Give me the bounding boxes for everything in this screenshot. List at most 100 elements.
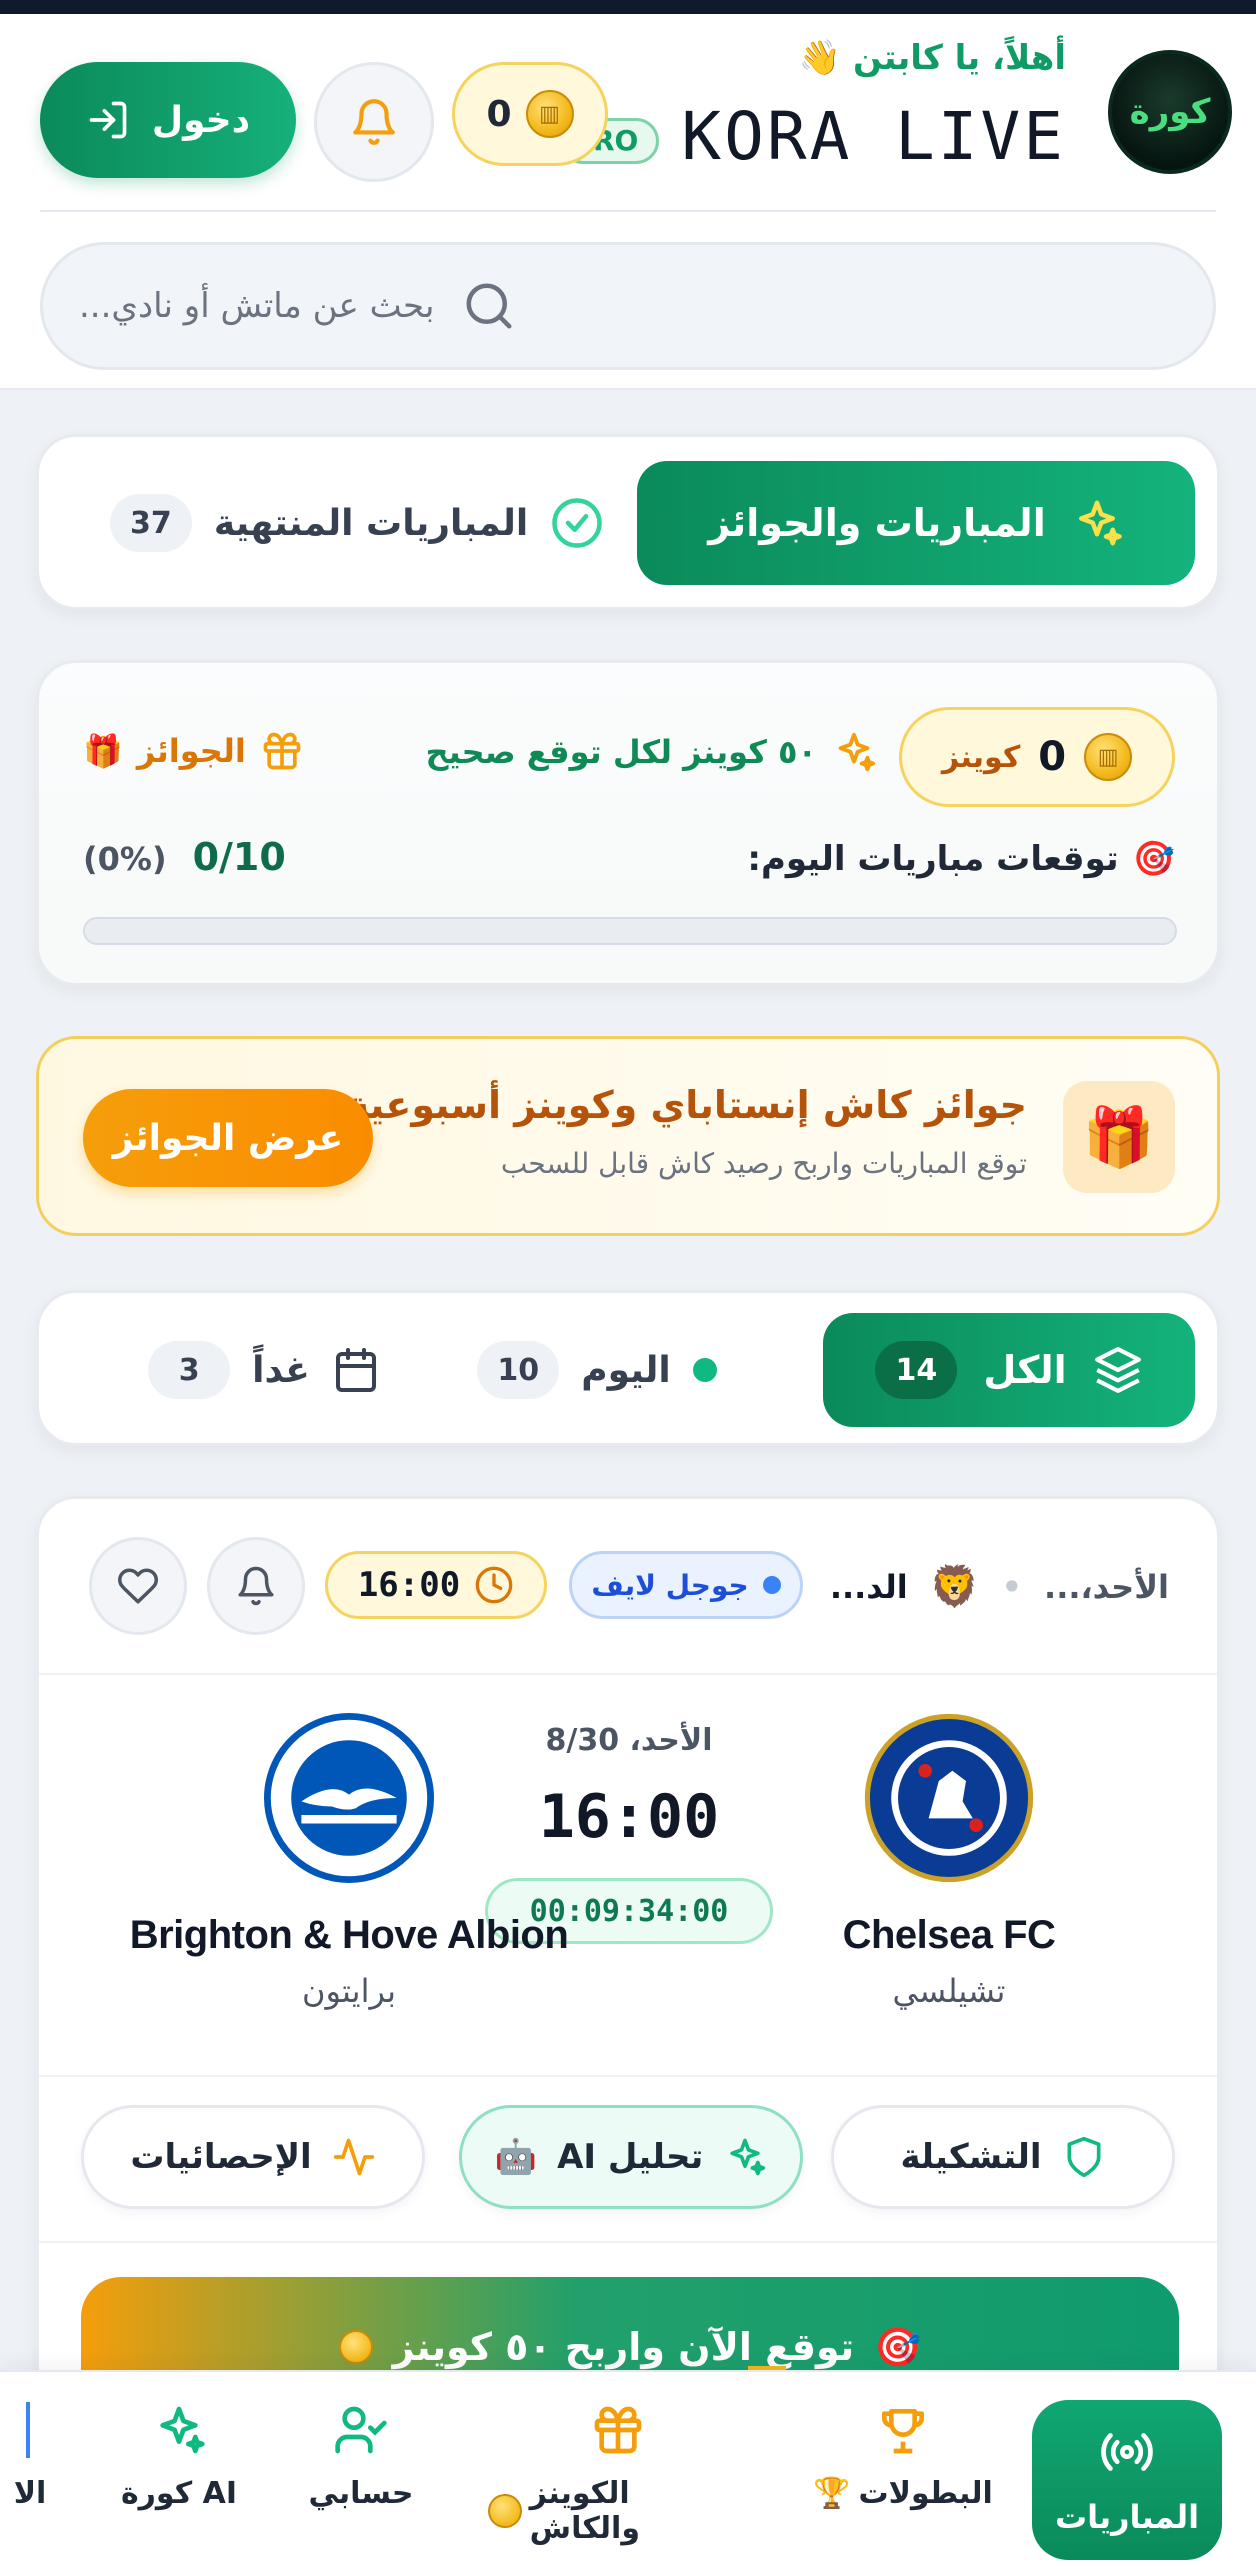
match-card-header: الأحد،... • 🦁 الد... جوجل لايف 16:00 xyxy=(39,1499,1217,1675)
all-count-badge: 14 xyxy=(875,1341,958,1399)
calendar-icon xyxy=(335,1348,376,1392)
tab-today[interactable]: اليوم 10 xyxy=(447,1313,747,1427)
user-check-icon xyxy=(335,2406,387,2454)
login-label: دخول xyxy=(151,99,251,141)
channel-badge[interactable]: جوجل لايف xyxy=(569,1551,803,1619)
home-team-name: Chelsea FC xyxy=(842,1913,1056,1957)
nav-kora-ai-label: كورة AI xyxy=(120,2476,238,2511)
prizes-link[interactable]: الجوائز 🎁 xyxy=(83,729,304,773)
target-icon: 🎯 xyxy=(1132,839,1175,879)
greeting: أهلاً، يا كابتن 👋 xyxy=(799,38,1066,78)
stats-button[interactable]: الإحصائيات xyxy=(81,2105,425,2209)
lineup-label: التشكيلة xyxy=(900,2137,1042,2177)
predictions-count: 0/10 xyxy=(192,835,286,879)
sparkles-icon xyxy=(730,2138,766,2176)
match-actions: التشكيلة تحليل AI 🤖 الإحصائيات xyxy=(39,2075,1217,2243)
prizes-label: الجوائز xyxy=(136,732,246,770)
sparkles-icon xyxy=(838,732,876,772)
nav-more[interactable]: الا xyxy=(0,2402,60,2511)
nav-kora-ai[interactable]: كورة AI xyxy=(114,2402,244,2511)
day-filter-tabs: الكل 14 اليوم 10 غداً 3 xyxy=(36,1290,1220,1446)
favorite-button[interactable] xyxy=(89,1537,187,1635)
tab-today-label: اليوم xyxy=(581,1349,671,1391)
gift-icon: 🎁 xyxy=(1082,1102,1156,1171)
coin-count: 0 xyxy=(486,93,512,135)
predictions-progress-bar xyxy=(83,917,1177,945)
shield-icon xyxy=(1067,2136,1101,2178)
app-header: كورة أهلاً، يا كابتن 👋 KORA LIVE RO 0 ▥ … xyxy=(0,14,1256,390)
predict-now-label: توقع الآن واربح ٥٠ كوينز xyxy=(392,2325,855,2369)
gift-outline-icon xyxy=(594,2406,642,2454)
reward-text: ٥٠ كوينز لكل توقع صحيح xyxy=(425,733,817,771)
search-icon xyxy=(466,283,512,329)
league-name: الد... xyxy=(829,1567,908,1606)
coin-icon xyxy=(488,2494,522,2528)
login-icon xyxy=(89,101,127,139)
gift-icon: 🎁 xyxy=(83,732,123,770)
tab-all[interactable]: الكل 14 xyxy=(823,1313,1195,1427)
tab-ended-matches[interactable]: المباريات المنتهية 37 xyxy=(107,461,607,585)
login-button[interactable]: دخول xyxy=(40,62,296,178)
more-icon xyxy=(26,2402,34,2458)
brand-title: KORA LIVE xyxy=(681,98,1066,175)
ai-analysis-label: تحليل AI xyxy=(557,2137,704,2177)
home-team[interactable]: Chelsea FC تشيلسي xyxy=(769,1713,1129,2010)
nav-leagues[interactable]: 🏆 البطولات xyxy=(808,2402,998,2511)
today-predictions-text: توقعات مباريات اليوم: xyxy=(747,839,1119,879)
match-notify-button[interactable] xyxy=(207,1537,305,1635)
match-body: Chelsea FC تشيلسي الأحد، 8/30 16:00 00:0… xyxy=(39,1675,1217,2075)
nav-more-label: الا xyxy=(13,2476,47,2511)
notifications-button[interactable] xyxy=(314,62,434,182)
nav-account-label: حسابي xyxy=(308,2476,414,2511)
app-logo[interactable]: كورة xyxy=(1108,50,1232,174)
predictions-ratio: (0%) 0/10 xyxy=(83,835,286,879)
predictions-percent: (0%) xyxy=(83,840,167,878)
match-time-badge: 16:00 xyxy=(325,1551,547,1619)
activity-icon xyxy=(333,2138,374,2176)
tomorrow-count-badge: 3 xyxy=(148,1341,231,1399)
search-placeholder: بحث عن ماتش أو نادي... xyxy=(79,286,435,326)
nav-coins-cash[interactable]: الكوينز والكاش xyxy=(488,2402,748,2546)
channel-name: جوجل لايف xyxy=(591,1568,749,1602)
coin-balance[interactable]: 0 ▥ xyxy=(452,62,608,166)
coins-balance-box[interactable]: ▥ 0 كوينز xyxy=(899,707,1175,807)
ai-analysis-button[interactable]: تحليل AI 🤖 xyxy=(459,2105,803,2209)
kickoff-time: 16:00 xyxy=(538,1782,720,1852)
ended-count-badge: 37 xyxy=(109,494,192,552)
coins-value: 0 xyxy=(1038,734,1067,780)
promo-gift-box: 🎁 xyxy=(1063,1081,1175,1193)
tab-all-label: الكل xyxy=(983,1348,1067,1392)
tab-tomorrow[interactable]: غداً 3 xyxy=(129,1313,399,1427)
sparkles-icon xyxy=(1078,500,1122,546)
away-team[interactable]: Brighton & Hove Albion برايتون xyxy=(130,1713,569,2010)
home-team-name-ar: تشيلسي xyxy=(892,1972,1006,2010)
view-prizes-button[interactable]: عرض الجوائز xyxy=(83,1089,373,1187)
bottom-navigation: المباريات 🏆 البطولات الكوينز والكاش حسابي… xyxy=(0,2370,1256,2566)
nav-coins-cash-label: الكوينز والكاش xyxy=(529,2476,640,2546)
tab-matches-prizes[interactable]: المباريات والجوائز xyxy=(637,461,1195,585)
nav-matches[interactable]: المباريات xyxy=(1032,2400,1222,2560)
stats-label: الإحصائيات xyxy=(130,2137,312,2177)
search-input[interactable]: بحث عن ماتش أو نادي... xyxy=(40,242,1216,370)
target-icon: 🎯 xyxy=(874,2324,922,2369)
robot-icon: 🤖 xyxy=(494,2137,538,2177)
separator-dot: • xyxy=(1001,1567,1023,1606)
coin-icon: ▥ xyxy=(1084,733,1133,781)
away-team-name: Brighton & Hove Albion xyxy=(129,1913,569,1957)
coin-icon: ▥ xyxy=(525,90,574,138)
chelsea-crest-icon xyxy=(864,1713,1034,1883)
nav-account[interactable]: حسابي xyxy=(296,2402,426,2511)
coin-icon xyxy=(338,2330,373,2364)
clock-icon xyxy=(475,1566,513,1604)
main-tabs: المباريات والجوائز المباريات المنتهية 37 xyxy=(36,434,1220,610)
lineup-button[interactable]: التشكيلة xyxy=(831,2105,1175,2209)
predictions-card: ▥ 0 كوينز ٥٠ كوينز لكل توقع صحيح الجوائز… xyxy=(36,660,1220,986)
tab-tomorrow-label: غداً xyxy=(252,1349,310,1391)
tab-ended-label: المباريات المنتهية xyxy=(213,502,529,544)
channel-dot-icon xyxy=(762,1576,781,1594)
check-circle-icon xyxy=(552,498,602,548)
trophy-emoji-icon: 🏆 xyxy=(813,2476,851,2511)
logo-text: كورة xyxy=(1129,92,1211,132)
brighton-crest-icon xyxy=(264,1713,434,1883)
nav-matches-label: المباريات xyxy=(1054,2498,1200,2536)
